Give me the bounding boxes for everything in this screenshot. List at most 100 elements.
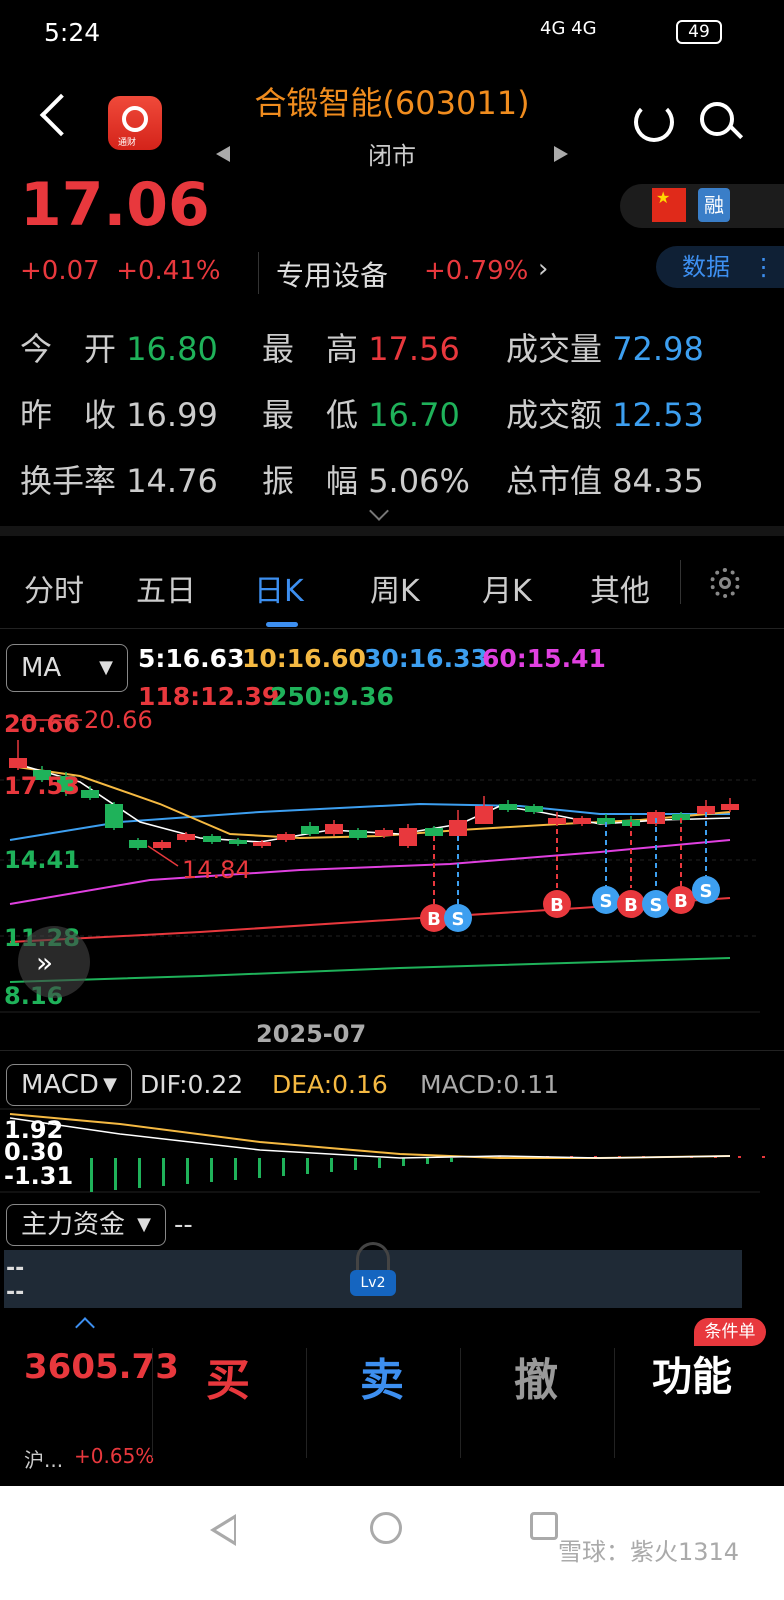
current-price: 17.06 [20,170,210,240]
macd-bar [330,1158,333,1172]
candle [475,806,493,824]
nav-back-icon-inner [216,1519,234,1541]
conditional-order-badge[interactable]: 条件单 [694,1318,766,1346]
y-label-top: 20.66 [4,710,80,738]
macd-bar [258,1158,261,1178]
macd-value: MACD:0.11 [420,1070,560,1099]
macd-bar [378,1158,381,1168]
chevron-right-icon[interactable]: › [538,254,548,284]
network-indicator: 4G 4G [540,18,597,39]
macd-dea: DEA:0.16 [272,1070,388,1099]
macd-bar [138,1158,141,1188]
lv2-badge[interactable]: Lv2 [350,1270,396,1296]
candle [153,842,171,848]
candle [721,804,739,810]
macd-dif: DIF:0.22 [140,1070,244,1099]
candle [177,834,195,840]
ma30-label: 30:16.33 [364,644,488,673]
tab-five-day[interactable]: 五日 [136,566,196,610]
candle [349,830,367,838]
quote-open: 今 开 16.80 [20,330,218,368]
signal-label: B [427,909,441,930]
indicator-select-main-force[interactable]: 主力资金 ▼ [6,1204,166,1246]
margin-badge[interactable]: 融 [698,188,730,222]
ma10-label: 10:16.60 [242,644,366,673]
search-icon[interactable] [700,102,734,136]
signal-label: S [650,895,663,916]
main-force-row: -- [6,1256,25,1281]
candle [375,830,393,836]
y-label-2: 17.53 [4,772,80,800]
refresh-icon[interactable] [634,102,674,142]
macd-bar [450,1158,453,1162]
macd-bar [90,1158,93,1192]
candle [525,806,543,812]
macd-bar [162,1158,165,1186]
tab-other[interactable]: 其他 [590,566,650,610]
tab-indicator [266,622,298,627]
market-status: 闭市 [368,142,416,170]
divider [614,1348,615,1458]
indicator-select-macd[interactable]: MACD ▼ [6,1064,132,1106]
search-icon-handle [728,124,744,140]
next-stock-icon[interactable] [554,146,568,162]
quote-prev-close: 昨 收 16.99 [20,396,218,434]
macd-bar [282,1158,285,1176]
index-name: 沪... [24,1448,64,1472]
cancel-order-button[interactable]: 撤 [514,1344,558,1408]
back-icon[interactable] [39,93,83,137]
app-logo-icon[interactable]: 通财 [108,96,162,150]
expand-chevron-icon[interactable] [369,501,389,521]
sell-button[interactable]: 卖 [360,1344,404,1408]
kline-chart[interactable]: BSBSBSBS 20.66 14.84 20.66 17.53 14.41 1… [0,700,784,1020]
expand-icon: » [36,946,53,979]
candle [277,834,295,840]
macd-bar [234,1158,237,1180]
nav-home-icon[interactable] [370,1512,402,1544]
main-force-row: -- [6,1280,25,1305]
data-button[interactable]: 数据 ⋮ [656,246,784,288]
battery-icon: 49 [676,20,722,44]
candle [105,804,123,828]
candle [229,840,247,844]
status-time: 5:24 [44,18,101,47]
quote-market-cap: 总市值 84.35 [506,462,704,500]
candle [9,758,27,768]
macd-bar [426,1158,429,1164]
ma60-label: 60:15.41 [482,644,606,673]
gear-icon-center [719,577,731,589]
candle [129,840,147,848]
china-flag-icon: ★ [652,188,686,222]
quote-low: 最 低 16.70 [262,396,460,434]
industry-change: +0.79% [424,256,529,286]
y-label-3: 14.41 [4,846,80,874]
quote-turnover: 换手率 14.76 [20,462,218,500]
stock-title: 合锻智能(603011) [254,84,530,122]
index-value[interactable]: 3605.73 [24,1348,179,1386]
macd-bar [114,1158,117,1190]
macd-chart[interactable]: 1.92 0.30 -1.31 [0,1108,784,1194]
signal-label: B [624,895,638,916]
candle [425,828,443,836]
divider [258,252,259,294]
buy-button[interactable]: 买 [206,1344,250,1408]
signal-label: B [550,895,564,916]
status-bar: 5:24 4G 4G 49 [0,0,784,66]
divider [680,560,681,604]
candle [203,836,221,842]
industry-link[interactable]: 专用设备 [276,254,388,294]
tab-daily-k[interactable]: 日K [254,566,304,610]
low-marker: 14.84 [182,856,251,884]
high-marker: 20.66 [84,706,153,734]
tab-weekly-k[interactable]: 周K [370,566,420,610]
candle [449,820,467,836]
more-functions-button[interactable]: 功能 [652,1344,732,1402]
macd-bar [186,1158,189,1184]
candle [573,818,591,824]
signal-label: S [600,891,613,912]
tab-minute[interactable]: 分时 [24,566,84,610]
tab-monthly-k[interactable]: 月K [482,566,532,610]
indicator-select-ma[interactable]: MA ▼ [6,644,128,692]
nav-recent-icon[interactable] [530,1512,558,1540]
quote-volume: 成交量 72.98 [506,330,704,368]
